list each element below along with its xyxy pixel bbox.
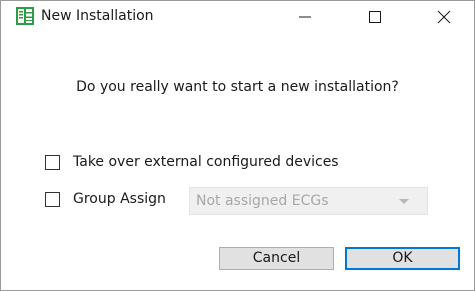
group-assign-checkbox[interactable]: [45, 192, 60, 207]
window-title: New Installation: [41, 8, 154, 24]
maximize-icon: [369, 11, 381, 23]
dialog-window: New Installation Do you really want to s…: [0, 0, 475, 291]
confirmation-question: Do you really want to start a new instal…: [76, 79, 399, 95]
maximize-button[interactable]: [352, 1, 398, 33]
group-assign-label[interactable]: Group Assign: [73, 191, 166, 207]
title-bar[interactable]: New Installation: [1, 1, 474, 33]
spreadsheet-app-icon: [16, 7, 34, 25]
take-over-devices-label[interactable]: Take over external configured devices: [73, 154, 339, 170]
close-button[interactable]: [421, 1, 467, 33]
chevron-down-icon: [399, 199, 409, 204]
cancel-button[interactable]: Cancel: [219, 247, 334, 270]
take-over-devices-checkbox[interactable]: [45, 155, 60, 170]
group-assign-dropdown-value: Not assigned ECGs: [196, 193, 329, 209]
minimize-icon: [299, 16, 311, 18]
ok-button[interactable]: OK: [345, 247, 460, 270]
group-assign-dropdown[interactable]: Not assigned ECGs: [189, 187, 428, 215]
minimize-button[interactable]: [282, 1, 328, 33]
close-icon: [437, 10, 451, 24]
